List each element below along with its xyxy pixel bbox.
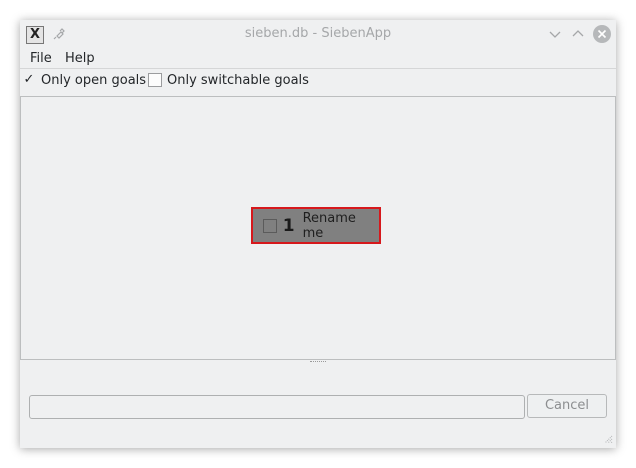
cancel-button[interactable]: Cancel — [527, 394, 607, 418]
goal-checkbox[interactable] — [263, 218, 277, 233]
goal-name: Rename me — [302, 210, 356, 241]
window-title: sieben.db - SiebenApp — [244, 26, 392, 41]
title-bar[interactable]: X sieben.db - SiebenApp — [20, 20, 616, 48]
menu-file[interactable]: File — [30, 51, 52, 66]
filter-bar: ✓ Only open goals Only switchable goals — [20, 68, 616, 91]
only-open-goals-checkbox[interactable]: ✓ Only open goals — [22, 72, 147, 88]
main-window: X sieben.db - SiebenApp File Help ✓ Only… — [20, 20, 616, 448]
checkbox-box[interactable] — [148, 73, 162, 87]
maximize-icon[interactable] — [569, 25, 587, 43]
only-switchable-goals-label: Only switchable goals — [167, 72, 309, 88]
goal-node[interactable]: 1 Rename me — [251, 207, 381, 244]
resize-grip-icon[interactable] — [603, 434, 613, 444]
menu-help[interactable]: Help — [65, 51, 95, 66]
only-switchable-goals-checkbox[interactable]: Only switchable goals — [148, 72, 309, 88]
goal-id: 1 — [282, 215, 295, 236]
goal-text-input[interactable] — [29, 395, 525, 419]
checkmark-icon[interactable]: ✓ — [22, 73, 36, 87]
splitter-handle[interactable] — [310, 361, 326, 365]
goals-canvas[interactable]: 1 Rename me — [20, 96, 616, 360]
minimize-icon[interactable] — [546, 25, 564, 43]
close-icon[interactable] — [593, 25, 611, 43]
only-open-goals-label: Only open goals — [41, 72, 147, 88]
menu-bar: File Help — [20, 48, 616, 68]
